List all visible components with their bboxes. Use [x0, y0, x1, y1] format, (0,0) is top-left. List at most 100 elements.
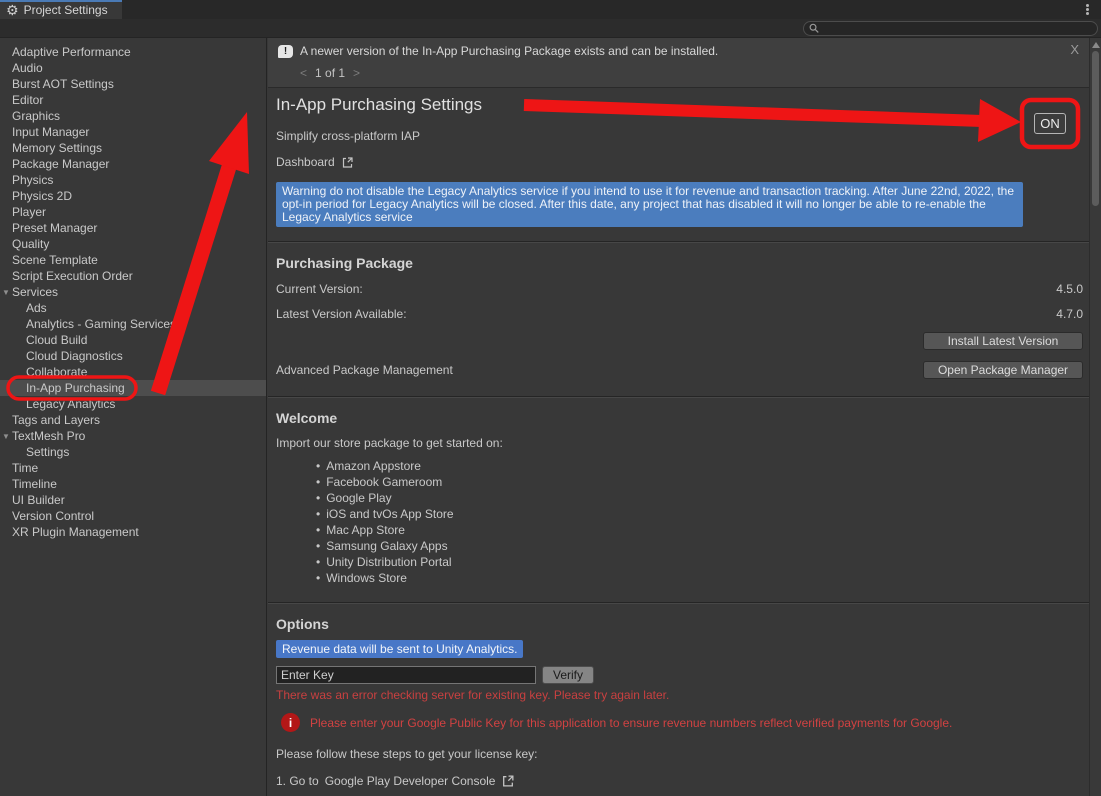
google-key-input[interactable]: [276, 666, 536, 684]
search-input[interactable]: [820, 23, 1092, 35]
install-latest-version-button[interactable]: Install Latest Version: [923, 332, 1083, 350]
sidebar-item-label: Ads: [26, 301, 47, 315]
sidebar-item[interactable]: ▼ UI Builder: [0, 492, 266, 508]
notification-bubble-icon: !: [278, 45, 293, 58]
sidebar-item[interactable]: ▼ Scene Template: [0, 252, 266, 268]
dashboard-link[interactable]: Dashboard: [276, 155, 335, 169]
sidebar-item-label: Physics 2D: [12, 189, 72, 203]
sidebar-item[interactable]: ▼ Input Manager: [0, 124, 266, 140]
foldout-triangle-icon[interactable]: ▼: [2, 432, 12, 441]
open-package-manager-button[interactable]: Open Package Manager: [923, 361, 1083, 379]
purchasing-package-heading: Purchasing Package: [276, 255, 1085, 271]
sidebar-item[interactable]: ▼ In-App Purchasing: [0, 380, 266, 396]
scrollbar-thumb[interactable]: [1092, 51, 1099, 206]
search-icon: [809, 23, 820, 34]
sidebar-item-label: Editor: [12, 93, 43, 107]
update-notification-banner: ! A newer version of the In-App Purchasi…: [268, 38, 1089, 88]
google-play-console-link[interactable]: Google Play Developer Console: [325, 774, 496, 788]
sidebar-item[interactable]: ▼ Services: [0, 284, 266, 300]
sidebar-item-label: Tags and Layers: [12, 413, 100, 427]
sidebar-item-label: Input Manager: [12, 125, 89, 139]
tab-bar: ⚙ Project Settings: [0, 0, 1101, 19]
legacy-analytics-warning: Warning do not disable the Legacy Analyt…: [276, 182, 1023, 227]
sidebar-item-label: Collaborate: [26, 365, 87, 379]
store-list-item: Mac App Store: [316, 522, 1085, 538]
sidebar-item-label: Timeline: [12, 477, 57, 491]
sidebar-item[interactable]: ▼ Analytics - Gaming Services: [0, 316, 266, 332]
current-version-value: 4.5.0: [1056, 282, 1083, 296]
sidebar-item-label: Settings: [26, 445, 69, 459]
sidebar-item-label: Scene Template: [12, 253, 98, 267]
subtitle: Simplify cross-platform IAP: [276, 129, 1085, 143]
store-list-item: Amazon Appstore: [316, 458, 1085, 474]
pager-prev-button[interactable]: <: [300, 66, 307, 80]
sidebar-item-label: Cloud Build: [26, 333, 87, 347]
banner-close-button[interactable]: X: [1070, 42, 1079, 57]
sidebar-item-label: Graphics: [12, 109, 60, 123]
sidebar-item[interactable]: ▼ Quality: [0, 236, 266, 252]
sidebar-item[interactable]: ▼ Adaptive Performance: [0, 44, 266, 60]
sidebar-item-label: Adaptive Performance: [12, 45, 131, 59]
on-toggle-area: ON: [1022, 100, 1078, 147]
sidebar-item[interactable]: ▼ Legacy Analytics: [0, 396, 266, 412]
store-list: Amazon Appstore Facebook Gameroom Google…: [276, 458, 1085, 586]
sidebar-item[interactable]: ▼ Ads: [0, 300, 266, 316]
sidebar-item[interactable]: ▼ Cloud Diagnostics: [0, 348, 266, 364]
kebab-menu-icon[interactable]: [1081, 3, 1093, 16]
step1-prefix: 1. Go to: [276, 774, 319, 788]
sidebar-item[interactable]: ▼ Physics 2D: [0, 188, 266, 204]
sidebar-item-label: UI Builder: [12, 493, 65, 507]
advanced-package-management-label: Advanced Package Management: [276, 363, 453, 377]
sidebar-item[interactable]: ▼ Version Control: [0, 508, 266, 524]
latest-version-label: Latest Version Available:: [276, 307, 407, 321]
tab-title: Project Settings: [24, 3, 108, 17]
external-link-icon[interactable]: [341, 156, 354, 169]
external-link-icon[interactable]: [501, 774, 515, 788]
sidebar-item-label: Physics: [12, 173, 53, 187]
sidebar-item-label: Preset Manager: [12, 221, 97, 235]
sidebar-item[interactable]: ▼ Memory Settings: [0, 140, 266, 156]
banner-pager: < 1 of 1 >: [300, 66, 360, 80]
on-toggle-button[interactable]: ON: [1034, 113, 1066, 134]
sidebar-item[interactable]: ▼ Burst AOT Settings: [0, 76, 266, 92]
gear-icon: ⚙: [6, 3, 19, 17]
sidebar-item-label: TextMesh Pro: [12, 429, 85, 443]
sidebar-item-label: Player: [12, 205, 46, 219]
tab-project-settings[interactable]: ⚙ Project Settings: [0, 0, 122, 19]
search-box[interactable]: [803, 21, 1098, 36]
page-title: In-App Purchasing Settings: [276, 95, 1085, 115]
sidebar-item-label: Legacy Analytics: [26, 397, 115, 411]
sidebar-item-label: Package Manager: [12, 157, 109, 171]
sidebar-item[interactable]: ▼ Graphics: [0, 108, 266, 124]
scroll-up-arrow-icon[interactable]: [1092, 42, 1100, 48]
sidebar-item[interactable]: ▼ Collaborate: [0, 364, 266, 380]
verify-button[interactable]: Verify: [542, 666, 594, 684]
sidebar-item[interactable]: ▼ Script Execution Order: [0, 268, 266, 284]
sidebar-item[interactable]: ▼ Timeline: [0, 476, 266, 492]
store-list-item: Windows Store: [316, 570, 1085, 586]
sidebar-item[interactable]: ▼ Player: [0, 204, 266, 220]
pager-next-button[interactable]: >: [353, 66, 360, 80]
sidebar-item[interactable]: ▼ Settings: [0, 444, 266, 460]
sidebar-item[interactable]: ▼ Preset Manager: [0, 220, 266, 236]
sidebar-item[interactable]: ▼ TextMesh Pro: [0, 428, 266, 444]
foldout-triangle-icon[interactable]: ▼: [2, 288, 12, 297]
google-key-message: Please enter your Google Public Key for …: [310, 716, 952, 730]
sidebar-item[interactable]: ▼ Physics: [0, 172, 266, 188]
sidebar-item[interactable]: ▼ Editor: [0, 92, 266, 108]
welcome-intro: Import our store package to get started …: [276, 436, 1085, 450]
main-panel: ! A newer version of the In-App Purchasi…: [268, 38, 1089, 796]
sidebar-item[interactable]: ▼ Audio: [0, 60, 266, 76]
sidebar-item-label: XR Plugin Management: [12, 525, 139, 539]
sidebar-item[interactable]: ▼ Cloud Build: [0, 332, 266, 348]
sidebar-item-label: In-App Purchasing: [26, 381, 125, 395]
vertical-scrollbar[interactable]: [1089, 38, 1101, 796]
sidebar-item[interactable]: ▼ Time: [0, 460, 266, 476]
sidebar-item[interactable]: ▼ Tags and Layers: [0, 412, 266, 428]
options-heading: Options: [276, 616, 1085, 632]
sidebar-item-label: Audio: [12, 61, 43, 75]
sidebar-item[interactable]: ▼ XR Plugin Management: [0, 524, 266, 540]
sidebar-item[interactable]: ▼ Package Manager: [0, 156, 266, 172]
section-divider: [268, 241, 1089, 242]
store-list-item: Facebook Gameroom: [316, 474, 1085, 490]
